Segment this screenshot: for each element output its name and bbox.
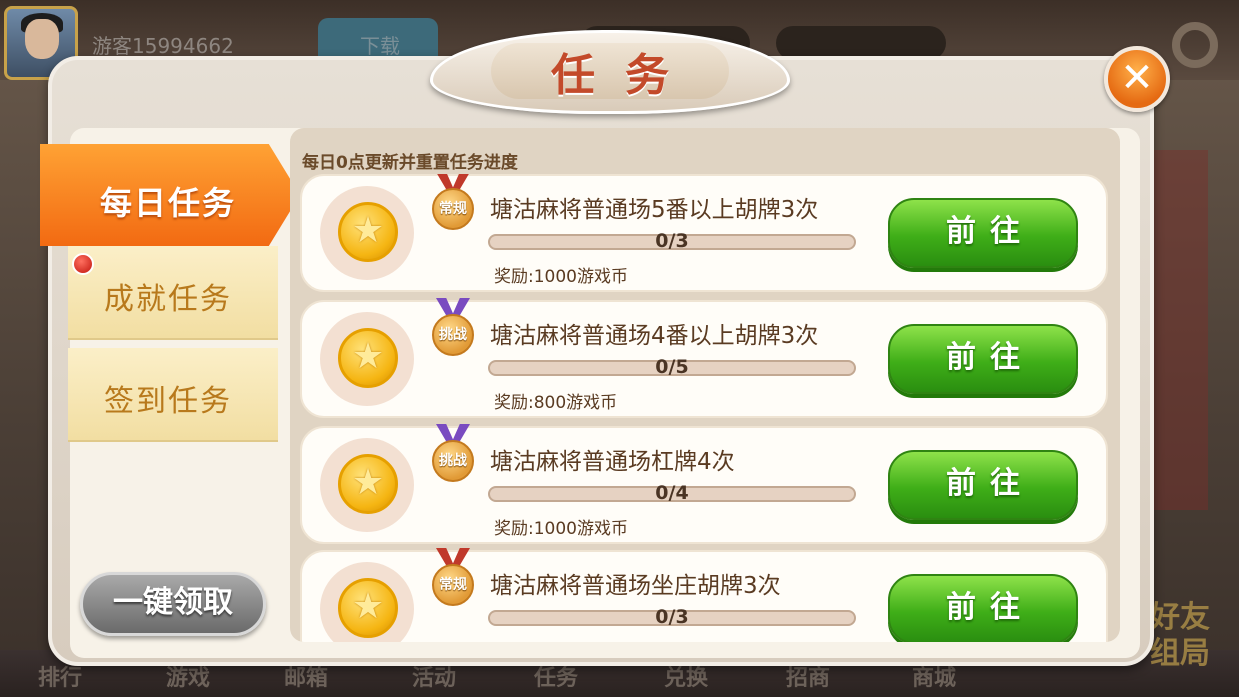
go-button[interactable]: 前往 bbox=[888, 450, 1078, 520]
tab-label: 每日任务 bbox=[100, 184, 237, 222]
side-banner bbox=[1148, 150, 1208, 510]
friend-room-banner: 好友 组局 bbox=[1150, 600, 1210, 671]
task-reward: 奖励:800游戏币 bbox=[494, 393, 618, 413]
close-icon: ✕ bbox=[1120, 55, 1154, 101]
task-row: ★ 挑战 塘沽麻将普通场4番以上胡牌3次 0/5 奖励:800游戏币 前往 bbox=[300, 298, 1108, 418]
task-panel: 每日0点更新并重置任务进度 ★ 常规 塘沽麻将普通场5番以上胡牌3次 0/3 奖… bbox=[290, 128, 1120, 642]
dialog-title: 任务 bbox=[551, 50, 699, 101]
task-title: 塘沽麻将普通场杠牌4次 bbox=[490, 449, 735, 475]
task-badge: 常规 bbox=[432, 188, 474, 230]
tab-daily[interactable]: 每日任务 bbox=[40, 144, 300, 246]
player-name: 游客15994662 bbox=[92, 34, 234, 58]
task-reward: 奖励:1000游戏币 bbox=[494, 519, 628, 539]
tab-label: 签到任务 bbox=[104, 384, 232, 419]
notification-dot bbox=[72, 253, 94, 275]
title-plate: 任务 bbox=[430, 30, 790, 114]
task-title: 塘沽麻将普通场坐庄胡牌3次 bbox=[490, 573, 781, 599]
badge-icon: 挑战 bbox=[430, 298, 476, 358]
task-badge: 挑战 bbox=[432, 440, 474, 482]
task-reward: 奖励:1000游戏币 bbox=[494, 267, 628, 287]
tab-label: 成就任务 bbox=[104, 282, 232, 317]
close-button[interactable]: ✕ bbox=[1104, 46, 1170, 112]
task-row: ★ 挑战 塘沽麻将普通场杠牌4次 0/4 奖励:1000游戏币 前往 bbox=[300, 424, 1108, 544]
claim-all-button[interactable]: 一键领取 bbox=[80, 572, 266, 636]
diamond-balance bbox=[776, 26, 946, 60]
task-title: 塘沽麻将普通场5番以上胡牌3次 bbox=[490, 197, 819, 223]
task-badge: 挑战 bbox=[432, 314, 474, 356]
task-row: ★ 常规 塘沽麻将普通场坐庄胡牌3次 0/3 前往 bbox=[300, 548, 1108, 642]
tab-signin[interactable]: 签到任务 bbox=[68, 348, 278, 442]
progress-text: 0/5 bbox=[655, 356, 689, 378]
task-badge: 常规 bbox=[432, 564, 474, 606]
tab-achievement[interactable]: 成就任务 bbox=[68, 246, 278, 340]
badge-icon: 常规 bbox=[430, 548, 476, 608]
gear-icon bbox=[1172, 22, 1218, 68]
go-button[interactable]: 前往 bbox=[888, 574, 1078, 642]
progress-text: 0/3 bbox=[655, 606, 689, 628]
progress-text: 0/3 bbox=[655, 230, 689, 252]
badge-icon: 常规 bbox=[430, 174, 476, 232]
task-row: ★ 常规 塘沽麻将普通场5番以上胡牌3次 0/3 奖励:1000游戏币 前往 bbox=[300, 174, 1108, 292]
coin-icon: ★ bbox=[338, 454, 398, 514]
task-title: 塘沽麻将普通场4番以上胡牌3次 bbox=[490, 323, 819, 349]
coin-icon: ★ bbox=[338, 578, 398, 638]
progress-text: 0/4 bbox=[655, 482, 689, 504]
go-button[interactable]: 前往 bbox=[888, 324, 1078, 394]
reset-note: 每日0点更新并重置任务进度 bbox=[302, 153, 518, 173]
badge-icon: 挑战 bbox=[430, 424, 476, 484]
coin-icon: ★ bbox=[338, 328, 398, 388]
task-list[interactable]: ★ 常规 塘沽麻将普通场5番以上胡牌3次 0/3 奖励:1000游戏币 前往 ★… bbox=[300, 174, 1108, 642]
go-button[interactable]: 前往 bbox=[888, 198, 1078, 268]
coin-icon: ★ bbox=[338, 202, 398, 262]
